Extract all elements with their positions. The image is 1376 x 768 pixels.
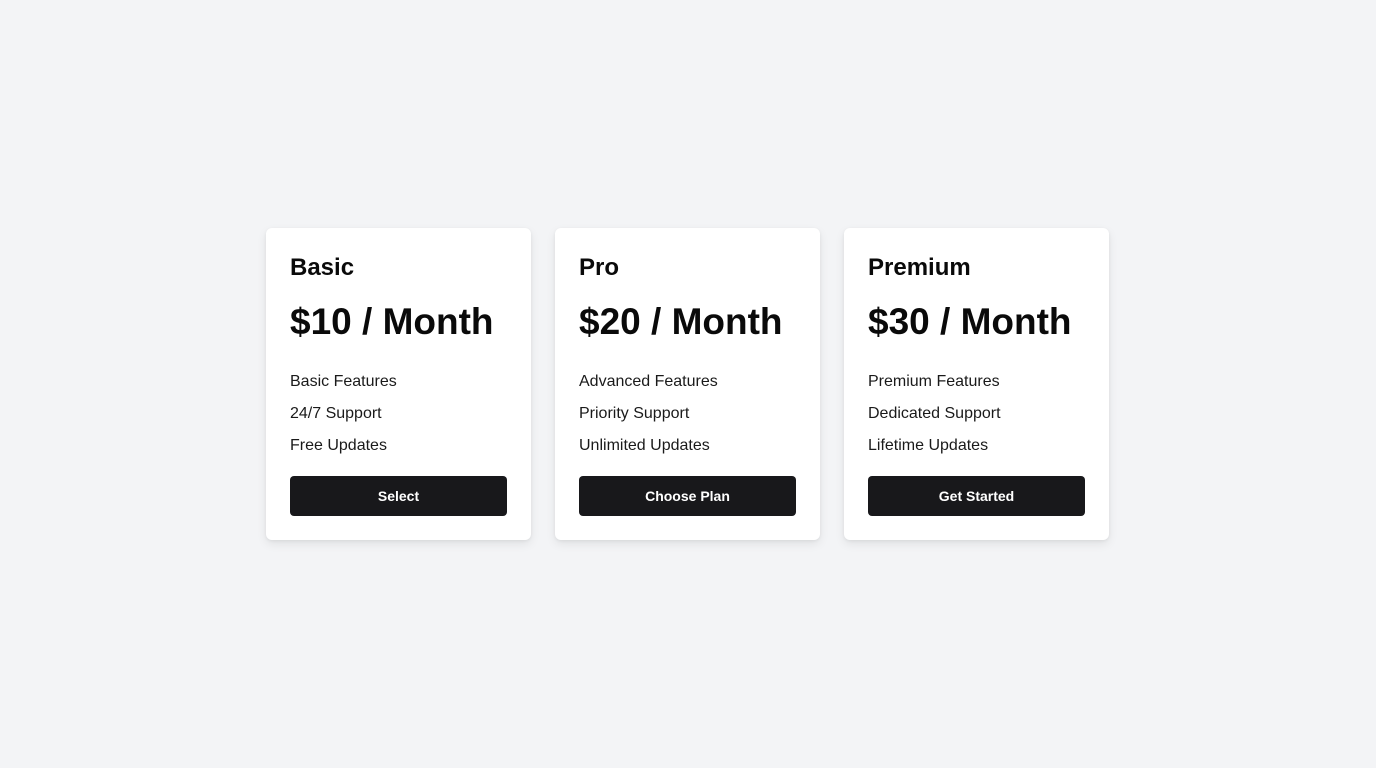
plan-name: Pro	[579, 254, 620, 281]
feature-list: Advanced Features Priority Support Unlim…	[579, 366, 796, 462]
plan-card-basic: Basic $10 / Month Basic Features 24/7 Su…	[266, 228, 531, 540]
get-started-button[interactable]: Get Started	[868, 476, 1085, 516]
plan-name: Premium	[868, 254, 971, 281]
feature-item: Lifetime Updates	[868, 437, 989, 454]
feature-list: Premium Features Dedicated Support Lifet…	[868, 366, 1085, 462]
feature-item: Basic Features	[290, 373, 397, 390]
feature-item: Priority Support	[579, 405, 690, 422]
feature-item: 24/7 Support	[290, 405, 382, 422]
feature-item: Free Updates	[290, 437, 387, 454]
plan-price: $30 / Month	[868, 301, 1072, 342]
feature-item: Dedicated Support	[868, 405, 1001, 422]
plan-name: Basic	[290, 254, 355, 281]
feature-item: Unlimited Updates	[579, 437, 710, 454]
plan-price: $20 / Month	[579, 301, 783, 342]
plan-card-pro: Pro $20 / Month Advanced Features Priori…	[555, 228, 820, 540]
feature-item: Advanced Features	[579, 373, 718, 390]
feature-item: Premium Features	[868, 373, 1000, 390]
plan-price: $10 / Month	[290, 301, 494, 342]
feature-list: Basic Features 24/7 Support Free Updates	[290, 366, 507, 462]
select-button[interactable]: Select	[290, 476, 507, 516]
plan-card-premium: Premium $30 / Month Premium Features Ded…	[844, 228, 1109, 540]
choose-plan-button[interactable]: Choose Plan	[579, 476, 796, 516]
pricing-cards: Basic $10 / Month Basic Features 24/7 Su…	[266, 228, 1109, 540]
pricing-page: Basic $10 / Month Basic Features 24/7 Su…	[0, 0, 1376, 768]
